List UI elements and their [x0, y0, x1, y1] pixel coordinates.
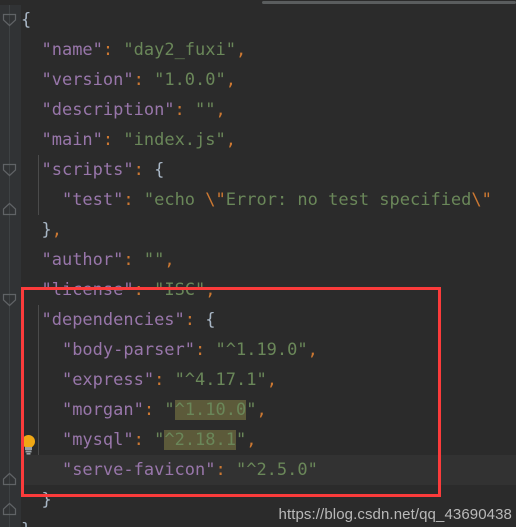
token-escape: \" [471, 190, 492, 210]
token-string: "1.0.0" [154, 70, 226, 90]
token-brace: { [21, 10, 32, 30]
fold-marker-expanded-line-11[interactable] [2, 293, 17, 308]
token-string: " [154, 430, 165, 450]
token-string: "" [143, 250, 165, 270]
code-line[interactable]: }, [21, 215, 516, 245]
token-colon: : [102, 40, 124, 60]
token-key: "test" [61, 190, 124, 210]
token-colon: : [133, 160, 155, 180]
token-brace: { [154, 160, 165, 180]
token-colon: : [174, 100, 196, 120]
token-key: "mysql" [61, 430, 134, 450]
token-colon: : [184, 310, 206, 330]
token-key: "license" [41, 280, 134, 300]
token-colon: : [133, 430, 155, 450]
token-comma: , [51, 220, 62, 240]
token-colon: : [215, 460, 236, 480]
token-string: "index.js" [123, 130, 226, 150]
token-brace: } [41, 490, 52, 510]
token-key: "body-parser" [61, 340, 196, 360]
token-brace: } [21, 520, 31, 527]
search-match-highlight: ^1.10.0 [174, 400, 247, 420]
horizontal-scrollbar-thumb[interactable] [262, 1, 516, 4]
code-line[interactable]: { [21, 5, 516, 35]
code-line[interactable]: "morgan": "^1.10.0", [21, 395, 516, 425]
token-colon: : [195, 340, 216, 360]
search-match-highlight: ^2.18.1 [164, 430, 236, 450]
token-string: "day2_fuxi" [123, 40, 236, 60]
code-line[interactable]: "license": "ISC", [21, 275, 516, 305]
token-comma: , [256, 400, 267, 420]
token-key: "serve-favicon" [61, 460, 216, 480]
token-key: "author" [41, 250, 124, 270]
token-string: "^1.19.0" [215, 340, 308, 360]
code-line[interactable]: "main": "index.js", [21, 125, 516, 155]
token-string: "" [195, 100, 216, 120]
token-colon: : [123, 190, 144, 210]
token-string: "ISC" [154, 280, 206, 300]
fold-marker-expanded-line-6[interactable] [2, 163, 17, 178]
code-line[interactable]: "test": "echo \"Error: no test specified… [21, 185, 516, 215]
token-string: " [246, 400, 257, 420]
token-colon: : [123, 250, 144, 270]
editor-gutter[interactable] [0, 5, 21, 527]
code-line[interactable]: "description": "", [21, 95, 516, 125]
token-key: "description" [41, 100, 175, 120]
token-string: Error: no test specified [225, 190, 472, 210]
code-line[interactable]: "scripts": { [21, 155, 516, 185]
token-comma: , [235, 40, 247, 60]
code-line[interactable]: "dependencies": { [21, 305, 516, 335]
code-line[interactable]: "author": "", [21, 245, 516, 275]
token-key: "name" [41, 40, 103, 60]
fold-marker-expanded-line-1[interactable] [2, 13, 17, 28]
code-line[interactable]: "express": "^4.17.1", [21, 365, 516, 395]
token-string: "^4.17.1" [174, 370, 267, 390]
token-key: "scripts" [41, 160, 134, 180]
code-text-area[interactable]: { "name": "day2_fuxi", "version": "1.0.0… [21, 5, 516, 527]
gutter-rail [9, 5, 10, 527]
token-comma: , [215, 100, 226, 120]
token-string: " [236, 430, 247, 450]
code-line[interactable]: "mysql": "^2.18.1", [21, 425, 516, 455]
fold-marker-end-line-18[interactable] [2, 501, 17, 516]
token-colon: : [143, 400, 165, 420]
token-colon: : [102, 130, 124, 150]
token-brace: { [205, 310, 216, 330]
token-colon: : [133, 70, 155, 90]
token-key: "express" [61, 370, 155, 390]
token-string: " [164, 400, 175, 420]
token-string: "^2.5.0" [235, 460, 318, 480]
token-comma: , [266, 370, 277, 390]
watermark-text: https://blog.csdn.net/qq_43690438 [278, 506, 512, 523]
token-comma: , [164, 250, 175, 270]
token-comma: , [225, 130, 236, 150]
code-line[interactable]: "version": "1.0.0", [21, 65, 516, 95]
token-comma: , [225, 70, 236, 90]
token-string: "echo [143, 190, 206, 210]
token-key: "main" [41, 130, 103, 150]
token-escape: \" [205, 190, 226, 210]
code-line[interactable]: "name": "day2_fuxi", [21, 35, 516, 65]
token-key: "version" [41, 70, 134, 90]
token-comma: , [307, 340, 318, 360]
token-colon: : [154, 370, 175, 390]
token-key: "dependencies" [41, 310, 185, 330]
token-comma: , [205, 280, 216, 300]
fold-marker-end-line-17[interactable] [2, 471, 17, 486]
editor-window: { "name": "day2_fuxi", "version": "1.0.0… [0, 0, 516, 527]
token-colon: : [133, 280, 155, 300]
token-comma: , [246, 430, 257, 450]
code-line-current[interactable]: "serve-favicon": "^2.5.0" [21, 455, 516, 485]
fold-marker-end-line-8[interactable] [2, 201, 17, 216]
token-brace: } [41, 220, 52, 240]
code-line[interactable]: "body-parser": "^1.19.0", [21, 335, 516, 365]
token-key: "morgan" [61, 400, 144, 420]
